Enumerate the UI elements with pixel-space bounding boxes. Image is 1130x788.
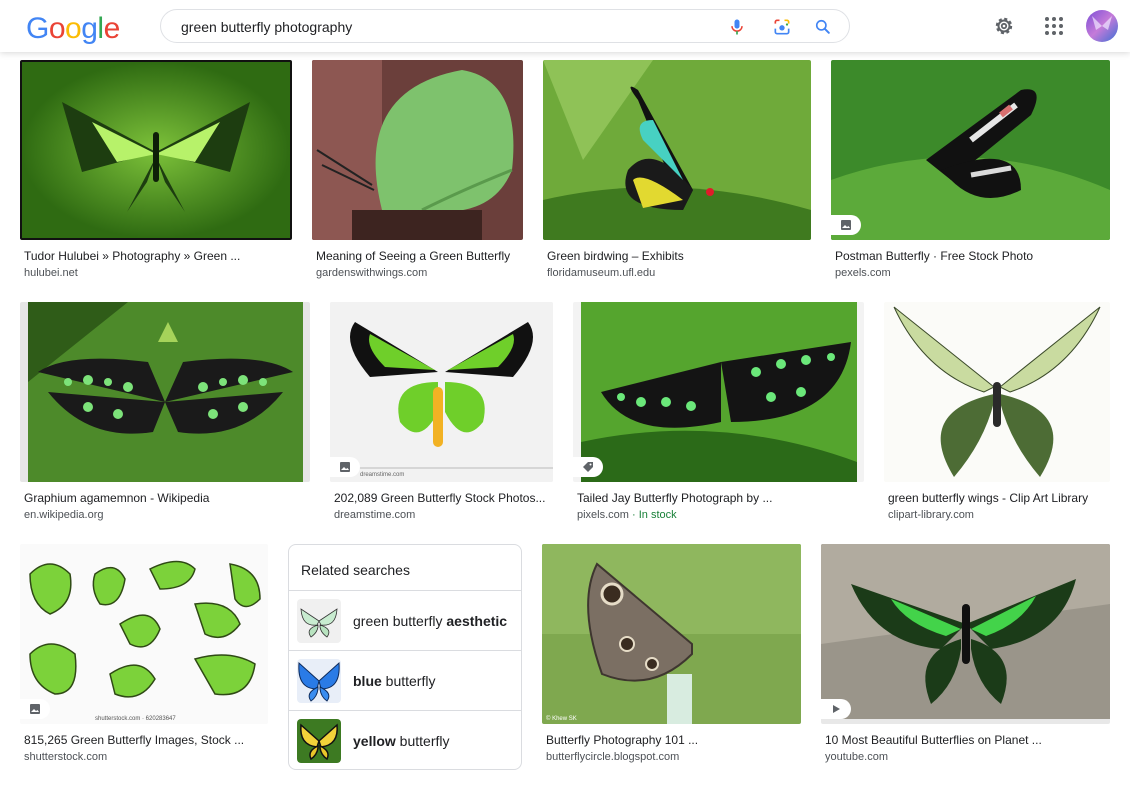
image-badge	[20, 699, 50, 719]
result-source: shutterstock.com	[24, 751, 108, 763]
image-result[interactable]: green butterfly wings - Clip Art Library…	[884, 302, 1110, 528]
result-source: floridamuseum.ufl.edu	[547, 267, 656, 279]
search-icon[interactable]	[813, 17, 833, 37]
result-thumbnail[interactable]	[884, 302, 1110, 482]
logo-letter: G	[26, 12, 49, 45]
related-search-text-bold: yellow	[353, 733, 396, 749]
play-icon	[833, 705, 840, 713]
result-thumbnail[interactable]: dreamstime.com	[330, 302, 553, 482]
result-thumbnail[interactable]: shutterstock.com · 620283647	[20, 544, 268, 724]
image-result[interactable]: Tudor Hulubei » Photography » Green ... …	[20, 60, 292, 286]
watermark-text: © Khew SK	[546, 715, 577, 722]
image-result[interactable]: Tailed Jay Butterfly Photograph by ... p…	[573, 302, 864, 528]
related-search-text[interactable]: yellow butterfly	[353, 733, 450, 749]
related-search-item[interactable]: green butterfly aesthetic	[289, 590, 521, 651]
image-badge	[831, 215, 861, 235]
in-stock-label: In stock	[638, 509, 677, 521]
image-result[interactable]: dreamstime.com 202,089 Green Butterfly S…	[330, 302, 553, 528]
avatar[interactable]	[1086, 10, 1118, 42]
result-title[interactable]: Meaning of Seeing a Green Butterfly	[316, 249, 521, 263]
result-thumbnail[interactable]	[312, 60, 523, 240]
result-title[interactable]: Tailed Jay Butterfly Photograph by ...	[577, 491, 857, 505]
result-source: dreamstime.com	[334, 509, 416, 521]
image-result[interactable]: shutterstock.com · 620283647 815,265 Gre…	[20, 544, 268, 770]
image-result[interactable]: © Khew SK Butterfly Photography 101 ... …	[542, 544, 801, 770]
result-title[interactable]: Green birdwing – Exhibits	[547, 249, 807, 263]
result-source: clipart-library.com	[888, 509, 974, 521]
apps-grid-icon[interactable]	[1042, 14, 1066, 38]
related-searches-title: Related searches	[301, 562, 410, 578]
search-box	[160, 9, 850, 43]
result-source: butterflycircle.blogspot.com	[546, 751, 680, 763]
result-thumbnail[interactable]	[543, 60, 811, 240]
image-badge	[330, 457, 360, 477]
gear-icon[interactable]	[992, 14, 1016, 38]
related-search-item[interactable]: yellow butterfly	[289, 710, 521, 771]
result-thumbnail[interactable]	[821, 544, 1110, 724]
related-search-text[interactable]: green butterfly aesthetic	[353, 613, 507, 629]
image-icon	[30, 704, 40, 714]
result-source: hulubei.net	[24, 267, 78, 279]
related-search-item[interactable]: blue butterfly	[289, 650, 521, 711]
image-result[interactable]: Green birdwing – Exhibits floridamuseum.…	[543, 60, 811, 286]
camera-lens-icon[interactable]	[772, 17, 792, 37]
search-input[interactable]	[181, 17, 701, 37]
result-source-domain: pixels.com	[577, 509, 629, 521]
microphone-icon[interactable]	[727, 17, 747, 37]
logo-letter: o	[48, 12, 66, 45]
result-thumbnail[interactable]	[573, 302, 864, 482]
result-title[interactable]: Butterfly Photography 101 ...	[546, 733, 798, 747]
result-thumbnail[interactable]: © Khew SK	[542, 544, 801, 724]
image-badge	[573, 457, 603, 477]
image-badge	[821, 699, 851, 719]
logo-letter: g	[81, 12, 98, 45]
logo-letter: e	[103, 12, 121, 45]
image-result[interactable]: Meaning of Seeing a Green Butterfly gard…	[312, 60, 523, 286]
related-searches-panel: Related searches green butterfly aesthet…	[288, 544, 522, 770]
image-icon	[841, 220, 851, 230]
related-search-thumbnail	[297, 599, 341, 643]
image-result[interactable]: 10 Most Beautiful Butterflies on Planet …	[821, 544, 1110, 770]
related-search-thumbnail	[297, 659, 341, 703]
result-source: gardenswithwings.com	[316, 267, 428, 279]
image-result[interactable]: Postman Butterfly · Free Stock Photo pex…	[831, 60, 1110, 286]
watermark-text: shutterstock.com · 620283647	[95, 716, 176, 722]
result-thumbnail[interactable]	[20, 60, 292, 240]
result-thumbnail[interactable]	[831, 60, 1110, 240]
related-search-text-plain: butterfly	[381, 673, 436, 689]
logo-letter: o	[65, 12, 82, 45]
image-icon	[340, 462, 350, 472]
related-search-text[interactable]: blue butterfly	[353, 673, 435, 689]
result-source: pixels.com · In stock	[577, 509, 677, 521]
result-source: en.wikipedia.org	[24, 509, 104, 521]
result-title[interactable]: 815,265 Green Butterfly Images, Stock ..…	[24, 733, 264, 747]
header: Google	[0, 0, 1130, 52]
result-title[interactable]: 202,089 Green Butterfly Stock Photos...	[334, 491, 550, 505]
related-search-text-bold: blue	[353, 673, 382, 689]
result-title[interactable]: 10 Most Beautiful Butterflies on Planet …	[825, 733, 1105, 747]
result-title[interactable]: green butterfly wings - Clip Art Library	[888, 491, 1110, 505]
related-search-text-bold: aesthetic	[446, 613, 508, 629]
tag-icon	[583, 462, 593, 472]
result-source: youtube.com	[825, 751, 888, 763]
result-title[interactable]: Postman Butterfly · Free Stock Photo	[835, 249, 1105, 263]
google-logo[interactable]: Google	[26, 12, 120, 46]
result-title[interactable]: Graphium agamemnon - Wikipedia	[24, 491, 304, 505]
image-result[interactable]: Graphium agamemnon - Wikipedia en.wikipe…	[20, 302, 310, 528]
result-title[interactable]: Tudor Hulubei » Photography » Green ...	[24, 249, 288, 263]
related-search-text-plain: green butterfly	[353, 613, 447, 629]
watermark-text: dreamstime.com	[360, 472, 404, 478]
result-source: pexels.com	[835, 267, 891, 279]
result-thumbnail[interactable]	[20, 302, 310, 482]
related-search-text-plain: butterfly	[395, 733, 450, 749]
related-search-thumbnail	[297, 719, 341, 763]
